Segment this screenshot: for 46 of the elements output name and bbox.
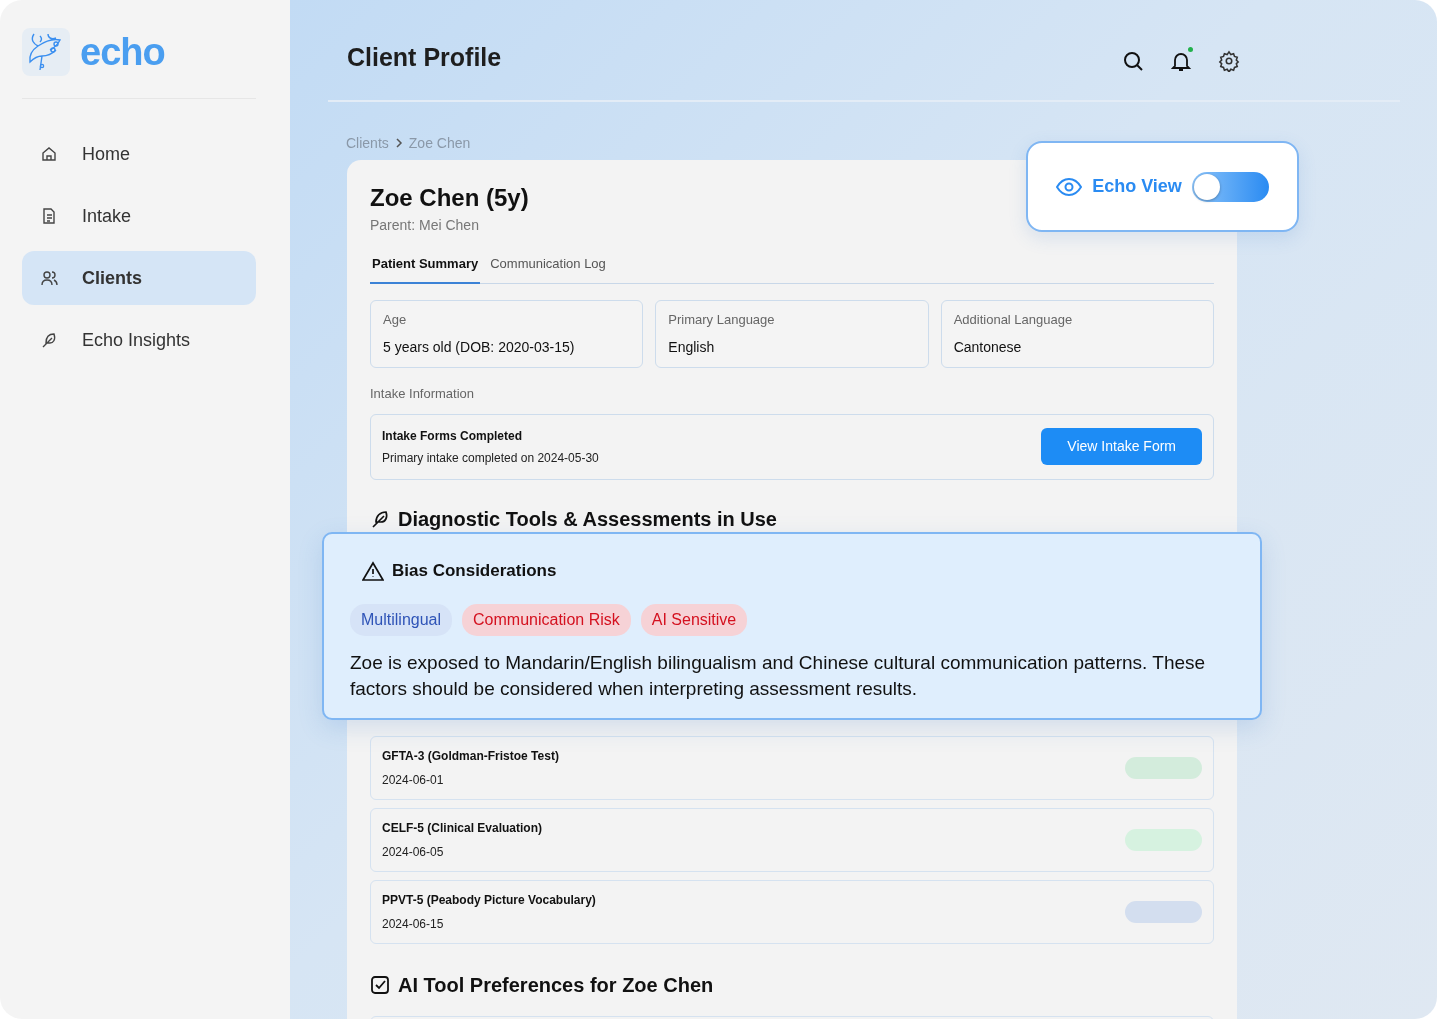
assessment-name: GFTA-3 (Goldman-Fristoe Test) xyxy=(382,747,559,765)
assessment-date: 2024-06-05 xyxy=(382,843,445,861)
chevron-icon xyxy=(394,138,403,148)
app-logo-text: echo xyxy=(80,33,165,71)
assessment-date: 2024-06-15 xyxy=(382,915,445,933)
sidebar-item[interactable]: Home xyxy=(22,127,256,181)
parent-name: Parent: Mei Chen xyxy=(370,216,480,235)
sidebar-item[interactable]: Intake xyxy=(22,189,256,243)
field-label: Age xyxy=(383,310,408,329)
bias-description: Zoe is exposed to Mandarin/English bilingualism and Chinese cultural communication patterns. These factors should be considered when interpreting assessment results. xyxy=(350,650,1207,702)
settings-button[interactable] xyxy=(1218,48,1240,70)
echo-view-label: Echo View xyxy=(1092,175,1182,198)
section-heading: AI Tool Preferences for Zoe Chen xyxy=(398,972,714,998)
intake-detail: Primary intake completed on 2024-05-30 xyxy=(382,449,599,467)
section-label: Intake Information xyxy=(370,385,476,403)
people-icon xyxy=(40,269,58,287)
intake-title: Intake Forms Completed xyxy=(382,427,524,445)
echo-view-toggle[interactable] xyxy=(1191,171,1269,202)
tab[interactable]: Communication Log xyxy=(488,248,608,284)
page-title: Client Profile xyxy=(347,42,502,72)
assessment-name: CELF-5 (Clinical Evaluation) xyxy=(382,819,543,837)
tag: AI Sensitive xyxy=(640,603,748,636)
tag: Multilingual xyxy=(350,603,453,636)
assessment-name: PPVT-5 (Peabody Picture Vocabulary) xyxy=(382,891,596,909)
feather-icon xyxy=(370,508,390,529)
bird-logo-icon xyxy=(22,28,70,76)
home-icon xyxy=(40,145,58,163)
field-value: 5 years old (DOB: 2020-03-15) xyxy=(383,338,576,357)
notifications-button[interactable] xyxy=(1170,48,1192,70)
section-heading: Diagnostic Tools & Assessments in Use xyxy=(398,506,777,532)
sidebar-item[interactable]: Clients xyxy=(22,251,256,305)
field-label: Additional Language xyxy=(953,310,1074,329)
panel-title: Bias Considerations xyxy=(392,560,557,582)
document-icon xyxy=(40,207,58,225)
assessment-date: 2024-06-01 xyxy=(382,771,445,789)
tag: Communication Risk xyxy=(462,603,631,636)
tab[interactable]: Patient Summary xyxy=(370,248,481,284)
warning-icon xyxy=(362,560,384,581)
feather-icon xyxy=(40,331,58,349)
field-value: Cantonese xyxy=(953,338,1023,357)
checkbox-icon xyxy=(370,974,390,995)
sidebar-item[interactable]: Echo Insights xyxy=(22,313,256,367)
eye-icon xyxy=(1056,177,1083,196)
client-name: Zoe Chen (5y) xyxy=(370,184,529,213)
field-value: English xyxy=(668,338,716,357)
field-label: Primary Language xyxy=(668,310,776,329)
